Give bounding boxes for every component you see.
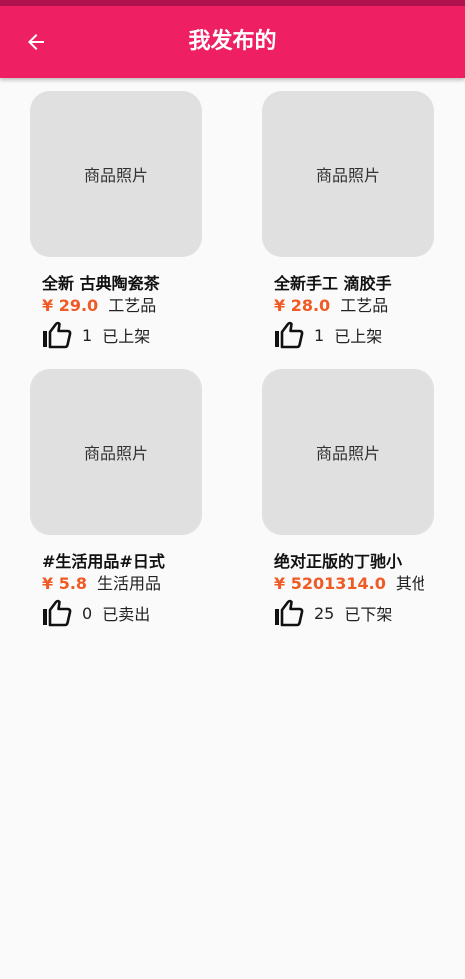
like-count: 1 [82,325,93,345]
product-price: ¥ 5201314.0 [274,574,386,593]
product-photo[interactable]: 商品照片 [30,91,202,257]
product-photo[interactable]: 商品照片 [30,369,202,535]
status-badge: 已卖出 [102,605,151,624]
product-photo[interactable]: 商品照片 [262,91,434,257]
back-button[interactable] [18,24,54,60]
product-price: ¥ 28.0 [274,296,331,315]
arrow-left-icon [28,34,44,50]
product-title: #生活用品#日式 [42,552,165,571]
product-category: 生活用品 [97,574,162,593]
product-card[interactable]: 商品照片 #生活用品#日式 ¥ 5.8 生活用品 0 已卖出 [30,369,202,627]
status-badge: 已上架 [102,327,151,346]
product-card[interactable]: 商品照片 绝对正版的丁驰小 ¥ 5201314.0 其他 25 已下架 [262,369,434,627]
app-bar: 我发布的 [0,6,465,78]
product-photo[interactable]: 商品照片 [262,369,434,535]
product-title: 全新 古典陶瓷茶 [42,274,160,293]
thumbs-up-icon[interactable] [42,321,72,349]
like-count: 25 [314,603,335,623]
status-badge: 已上架 [334,327,383,346]
product-category: 工艺品 [340,296,389,315]
thumbs-up-icon[interactable] [274,599,304,627]
product-card[interactable]: 商品照片 全新 古典陶瓷茶 ¥ 29.0 工艺品 1 已上架 [30,91,202,349]
status-badge: 已下架 [344,605,393,624]
product-card[interactable]: 商品照片 全新手工 滴胶手 ¥ 28.0 工艺品 1 已上架 [262,91,434,349]
like-count: 0 [82,603,93,623]
thumbs-up-icon[interactable] [274,321,304,349]
page-title: 我发布的 [188,29,277,54]
thumbs-up-icon[interactable] [42,599,72,627]
product-title: 绝对正版的丁驰小 [274,552,403,571]
product-category: 工艺品 [108,296,157,315]
product-price: ¥ 5.8 [42,574,88,593]
like-count: 1 [314,325,325,345]
product-price: ¥ 29.0 [42,296,99,315]
product-category: 其他 [395,574,424,593]
product-title: 全新手工 滴胶手 [274,274,392,293]
